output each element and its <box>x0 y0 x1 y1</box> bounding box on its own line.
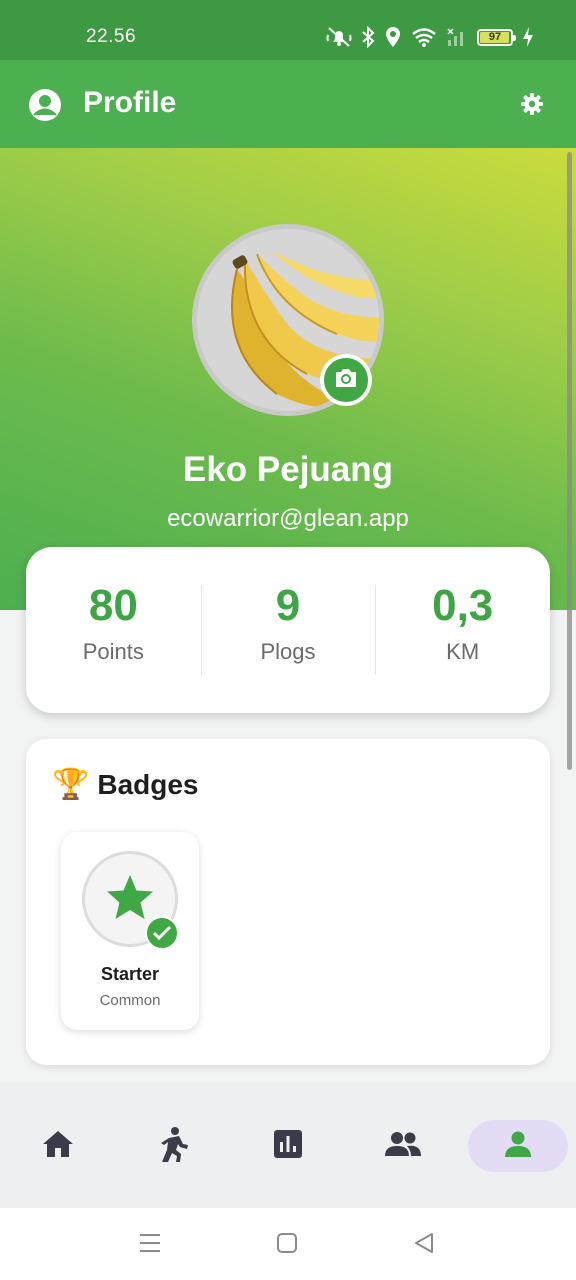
person-icon <box>504 1130 532 1163</box>
bar-chart-icon <box>273 1129 303 1164</box>
nav-community[interactable] <box>353 1120 453 1172</box>
badge-rarity: Common <box>99 992 161 1009</box>
status-time: 22.56 <box>86 26 137 47</box>
account-circle-icon <box>28 88 62 127</box>
stats-card: 80 Points 9 Plogs 0,3 KM <box>26 547 550 713</box>
mute-vibrate-icon <box>326 26 352 48</box>
recent-apps-button[interactable] <box>137 1232 163 1258</box>
stat-value: 80 <box>88 581 138 630</box>
page-title: Profile <box>83 86 177 119</box>
nav-profile[interactable] <box>468 1120 568 1172</box>
badge-starter[interactable]: Starter Common <box>61 832 199 1030</box>
back-triangle-icon <box>413 1232 435 1259</box>
status-bar: 22.56 97 <box>0 0 576 60</box>
menu-icon <box>138 1232 162 1259</box>
system-home-button[interactable] <box>274 1232 300 1258</box>
camera-icon <box>333 367 359 394</box>
charging-icon <box>522 26 534 48</box>
stat-points: 80 Points <box>26 581 201 675</box>
stat-label: KM <box>446 639 480 664</box>
scrollbar[interactable] <box>567 152 572 770</box>
location-icon <box>384 26 402 48</box>
home-square-icon <box>276 1232 298 1259</box>
stat-value: 9 <box>275 581 301 630</box>
app-bar: Profile <box>0 60 576 148</box>
star-icon <box>105 873 155 926</box>
trophy-icon: 🏆 <box>52 768 90 801</box>
user-name: Eko Pejuang <box>182 450 394 489</box>
bottom-nav <box>0 1082 576 1208</box>
nav-stats[interactable] <box>238 1120 338 1172</box>
group-icon <box>384 1131 422 1162</box>
bluetooth-icon <box>361 26 375 48</box>
system-back-button[interactable] <box>411 1232 437 1258</box>
check-icon <box>145 916 179 950</box>
nav-plog[interactable] <box>124 1120 224 1172</box>
status-icons: 97 <box>326 24 534 50</box>
stat-label: Points <box>82 639 144 664</box>
badges-header: 🏆 Badges <box>52 769 199 801</box>
battery-level: 97 <box>488 30 502 43</box>
gear-icon[interactable] <box>520 92 544 121</box>
wifi-icon <box>411 26 437 48</box>
badges-card: 🏆 Badges Starter Common <box>26 739 550 1065</box>
nav-home[interactable] <box>8 1120 108 1172</box>
stat-value: 0,3 <box>432 581 494 630</box>
stat-plogs: 9 Plogs <box>200 581 376 675</box>
badge-name: Starter <box>100 964 160 984</box>
badges-title: Badges <box>97 769 199 800</box>
user-email: ecowarrior@glean.app <box>167 505 409 532</box>
stat-label: Plogs <box>260 639 316 664</box>
stat-km: 0,3 KM <box>375 581 550 675</box>
change-photo-button[interactable] <box>320 354 372 406</box>
home-icon <box>41 1129 75 1164</box>
plogger-icon <box>157 1126 191 1167</box>
battery-icon: 97 <box>477 28 516 46</box>
system-nav <box>0 1208 576 1280</box>
signal-icon <box>446 26 468 48</box>
